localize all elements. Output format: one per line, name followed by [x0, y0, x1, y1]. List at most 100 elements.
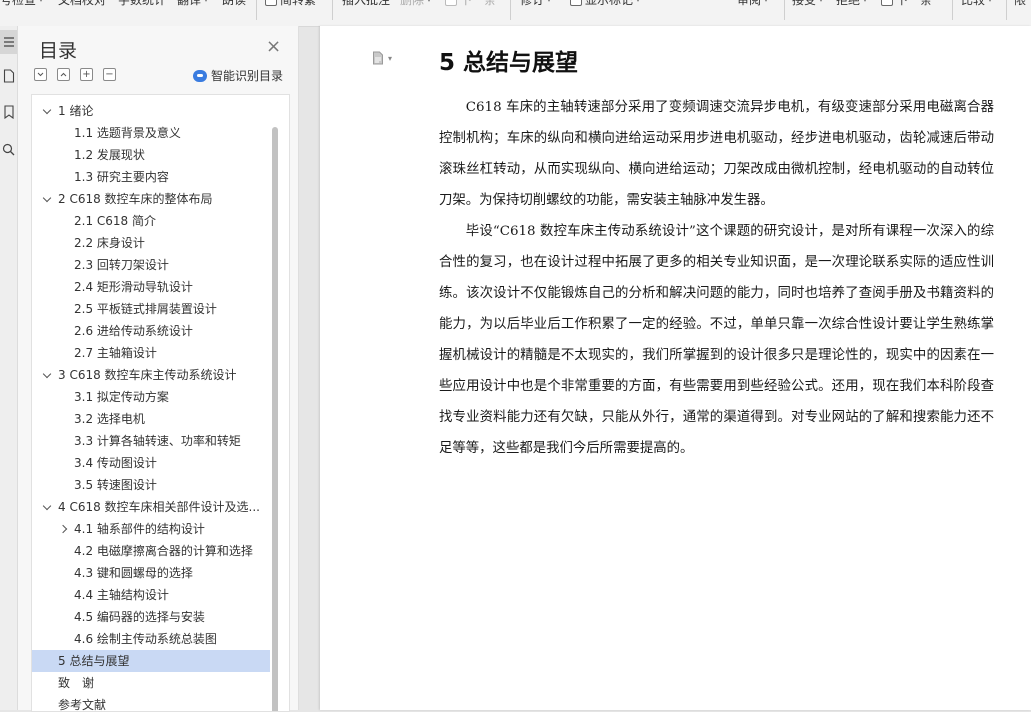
toolbar-review[interactable]: 审阅▾: [737, 0, 768, 8]
document-icon: [373, 51, 383, 65]
page-icon: [3, 69, 14, 83]
toc-item-label: 2.5 平板链式排屑装置设计: [74, 302, 217, 316]
chevron-right-icon[interactable]: [58, 518, 68, 540]
toc-item-label: 4.1 轴系部件的结构设计: [74, 522, 205, 536]
rail-toc-button[interactable]: [0, 30, 17, 54]
toc-item-label: 5 总结与展望: [58, 654, 130, 668]
toolbar-proof-check[interactable]: 号检查▾: [0, 0, 43, 8]
toolbar-separator: [784, 0, 785, 20]
doc-paragraph-2: 毕设“C618 数控车床主传动系统设计”这个课题的研究设计，是对所有课程一次深入…: [439, 224, 994, 456]
toc-item[interactable]: 2.5 平板链式排屑装置设计: [32, 298, 270, 320]
toc-item[interactable]: 4.6 绘制主传动系统总装图: [32, 628, 270, 650]
chevron-down-icon[interactable]: [42, 364, 52, 386]
toc-item-label: 3.3 计算各轴转速、功率和转矩: [74, 434, 241, 448]
toc-item-label: 1.3 研究主要内容: [74, 170, 169, 184]
toc-list: 1 绪论 1.1 选题背景及意义 1.2 发展现状 1.3 研究主要内容 2 C618 …: [32, 100, 270, 711]
toolbar-delete[interactable]: 删除▾: [400, 0, 431, 8]
toc-item[interactable]: 4.4 主轴结构设计: [32, 584, 270, 606]
close-icon[interactable]: ×: [266, 36, 281, 57]
doc-heading: 5 总结与展望: [439, 50, 579, 76]
paragraph-options[interactable]: ▾: [372, 51, 392, 65]
toc-item[interactable]: 1.2 发展现状: [32, 144, 270, 166]
toolbar-restrict[interactable]: 限: [1014, 0, 1026, 8]
toc-item-label: 2.4 矩形滑动导轨设计: [74, 280, 193, 294]
toc-item-label: 2.1 C618 简介: [74, 214, 156, 228]
expand-up-icon[interactable]: [57, 68, 70, 81]
toolbar-trad-simp[interactable]: 简转繁: [265, 0, 316, 8]
smart-toc-label: 智能识别目录: [211, 69, 284, 83]
toc-panel-title: 目录: [39, 40, 78, 62]
ribbon-toolbar: 号检查▾ 文档校对 字数统计 翻译▾ 朗读 简转繁 插入批注 删除▾ 下一条 修…: [0, 0, 1031, 27]
toolbar-show-markup[interactable]: 显示标记▾: [570, 0, 640, 8]
toc-item-label: 2.3 回转刀架设计: [74, 258, 169, 272]
toolbar-insert-comment[interactable]: 插入批注: [342, 0, 390, 8]
chevron-down-icon[interactable]: [42, 496, 52, 518]
toolbar-next-change[interactable]: 下一条: [881, 0, 932, 8]
toolbar-next-comment[interactable]: 下一条: [445, 0, 496, 8]
toc-tree: 1 绪论 1.1 选题背景及意义 1.2 发展现状 1.3 研究主要内容 2 C618 …: [31, 94, 290, 712]
doc-paragraph-1: C618 车床的主轴转速部分采用了变频调速交流异步电机，有级变速部分采用电磁离合…: [439, 100, 994, 208]
rail-bookmark-button[interactable]: [0, 100, 17, 124]
toc-item[interactable]: 2.3 回转刀架设计: [32, 254, 270, 276]
toc-item[interactable]: 2.4 矩形滑动导轨设计: [32, 276, 270, 298]
toc-item[interactable]: 2.6 进给传动系统设计: [32, 320, 270, 342]
toc-item[interactable]: 3.2 选择电机: [32, 408, 270, 430]
toc-item[interactable]: 2.7 主轴箱设计: [32, 342, 270, 364]
toolbar-doc-proofread[interactable]: 文档校对: [58, 0, 106, 8]
toc-item[interactable]: 3.1 拟定传动方案: [32, 386, 270, 408]
toc-item[interactable]: 1 绪论: [32, 100, 270, 122]
toc-item[interactable]: 3 C618 数控车床主传动系统设计: [32, 364, 270, 386]
toolbar-compare[interactable]: 比较▾: [961, 0, 992, 8]
toc-item-label: 3.1 拟定传动方案: [74, 390, 169, 404]
next-change-icon: [881, 0, 893, 6]
toc-item[interactable]: 3.5 转速图设计: [32, 474, 270, 496]
toolbar-separator: [510, 0, 511, 20]
toc-item-label: 致 谢: [58, 676, 95, 690]
add-heading-icon[interactable]: +: [80, 68, 93, 81]
toc-item-label: 3 C618 数控车床主传动系统设计: [58, 368, 237, 382]
toc-item-label: 4.3 键和圆螺母的选择: [74, 566, 193, 580]
chevron-down-icon[interactable]: [42, 100, 52, 122]
rail-pages-button[interactable]: [0, 64, 17, 88]
collapse-all-icon[interactable]: [34, 68, 47, 81]
toc-item-label: 1.2 发展现状: [74, 148, 145, 162]
search-icon: [2, 143, 15, 155]
toc-item[interactable]: 4.2 电磁摩擦离合器的计算和选择: [32, 540, 270, 562]
smart-toc-button[interactable]: 智能识别目录: [193, 67, 283, 84]
toc-item[interactable]: 3.3 计算各轴转速、功率和转矩: [32, 430, 270, 452]
toc-item[interactable]: 2 C618 数控车床的整体布局: [32, 188, 270, 210]
toolbar-translate[interactable]: 翻译▾: [177, 0, 208, 8]
toc-item[interactable]: 5 总结与展望: [32, 650, 270, 672]
toc-panel: 目录 × + − 智能识别目录 1 绪论 1.1 选题背景及意义 1.2 发展现状 1…: [18, 26, 299, 712]
toc-item[interactable]: 参考文献: [32, 694, 270, 711]
toolbar-separator: [952, 0, 953, 20]
toc-item[interactable]: 1.1 选题背景及意义: [32, 122, 270, 144]
toolbar-separator: [1006, 0, 1007, 20]
toc-scrollbar[interactable]: [272, 127, 278, 711]
toc-item-label: 3.5 转速图设计: [74, 478, 157, 492]
toc-item[interactable]: 4.1 轴系部件的结构设计: [32, 518, 270, 540]
chevron-down-icon: ▾: [388, 53, 393, 63]
chevron-down-icon[interactable]: [42, 188, 52, 210]
toc-item[interactable]: 4 C618 数控车床相关部件设计及选...: [32, 496, 270, 518]
toolbar-word-count[interactable]: 字数统计: [118, 0, 166, 8]
toolbar-accept[interactable]: 接受▾: [792, 0, 823, 8]
toc-item[interactable]: 1.3 研究主要内容: [32, 166, 270, 188]
doc-body: C618 车床的主轴转速部分采用了变频调速交流异步电机，有级变速部分采用电磁离合…: [439, 92, 994, 464]
toc-item[interactable]: 3.4 传动图设计: [32, 452, 270, 474]
toolbar-read-aloud[interactable]: 朗读: [222, 0, 246, 8]
toolbar-track-changes[interactable]: 修订▾: [520, 0, 551, 8]
toc-item-label: 2 C618 数控车床的整体布局: [58, 192, 213, 206]
toc-item-label: 2.6 进给传动系统设计: [74, 324, 193, 338]
toc-item[interactable]: 致 谢: [32, 672, 270, 694]
remove-heading-icon[interactable]: −: [103, 68, 116, 81]
toolbar-reject[interactable]: 拒绝▾: [836, 0, 867, 8]
toc-item[interactable]: 4.5 编码器的选择与安装: [32, 606, 270, 628]
toc-item-label: 4.5 编码器的选择与安装: [74, 610, 205, 624]
toc-item-label: 2.2 床身设计: [74, 236, 145, 250]
rail-search-button[interactable]: [0, 137, 17, 161]
list-icon: [3, 37, 14, 47]
toc-item[interactable]: 2.1 C618 简介: [32, 210, 270, 232]
toc-item[interactable]: 2.2 床身设计: [32, 232, 270, 254]
toc-item[interactable]: 4.3 键和圆螺母的选择: [32, 562, 270, 584]
